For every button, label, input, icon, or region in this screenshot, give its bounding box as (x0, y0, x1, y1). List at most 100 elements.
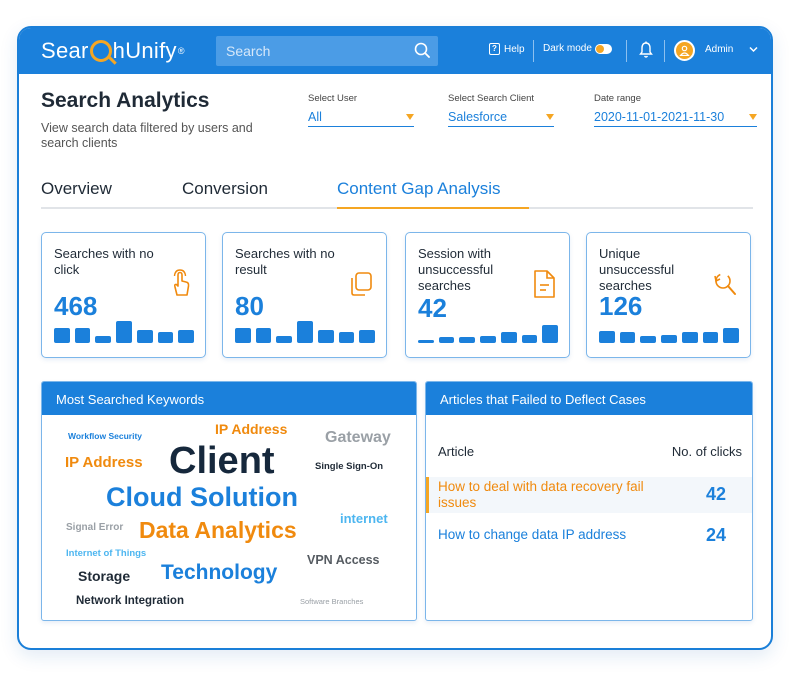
stat-card-no-click[interactable]: Searches with no click 468 (41, 232, 206, 358)
article-clicks: 42 (705, 484, 726, 504)
keyword[interactable]: Network Integration (76, 595, 184, 608)
keyword[interactable]: internet (340, 512, 388, 525)
logo-magnifier-icon (89, 40, 112, 62)
searchunify-logo[interactable]: Sear hUnify ® (41, 38, 185, 64)
card-title: Searches with no click (54, 246, 154, 277)
caret-down-icon (546, 114, 554, 120)
logo-text-start: Sear (41, 38, 89, 63)
select-user-dropdown[interactable]: All (308, 110, 414, 127)
panel-title: Articles that Failed to Deflect Cases (426, 382, 752, 415)
filter-value: 2020-11-01-2021-11-30 (594, 110, 725, 124)
stat-card-unique-unsuccessful[interactable]: Unique unsuccessful searches 126 (586, 232, 751, 358)
keyword[interactable]: Storage (78, 569, 130, 583)
card-value: 42 (418, 293, 447, 323)
keyword[interactable]: Workflow Security (68, 432, 142, 441)
user-name[interactable]: Admin (705, 44, 733, 55)
mini-bar-chart (599, 321, 740, 343)
divider (664, 40, 665, 62)
article-title[interactable]: How to change data IP address (438, 527, 678, 543)
mini-bar-chart (54, 321, 195, 343)
card-title: Searches with no result (235, 246, 335, 277)
search-icon[interactable] (414, 42, 430, 58)
stat-card-no-result[interactable]: Searches with no result 80 (222, 232, 387, 358)
mini-bar (136, 330, 153, 343)
mini-bar (661, 335, 677, 343)
mini-bar (297, 321, 313, 343)
mini-bar (619, 332, 636, 343)
select-user-filter[interactable]: Select User All (308, 93, 414, 127)
keyword[interactable]: Cloud Solution (106, 484, 298, 511)
document-icon (534, 270, 555, 298)
filter-label: Select Search Client (448, 93, 535, 104)
keyword[interactable]: Internet of Things (66, 549, 146, 559)
dark-mode-toggle[interactable]: Dark mode (543, 43, 612, 54)
keyword[interactable]: Single Sign-On (315, 462, 383, 472)
chevron-down-icon[interactable] (749, 46, 758, 53)
row-highlight-marker (426, 477, 429, 513)
card-title: Unique unsuccessful searches (599, 246, 675, 293)
table-row[interactable]: How to deal with data recovery fail issu… (426, 477, 752, 513)
keyword[interactable]: Client (169, 442, 275, 480)
avatar[interactable] (674, 40, 695, 61)
tab-conversion[interactable]: Conversion (182, 179, 268, 199)
mini-bar (438, 337, 455, 343)
mini-bar (359, 330, 376, 343)
keyword[interactable]: Signal Error (66, 523, 123, 533)
keyword[interactable]: Data Analytics (139, 519, 297, 542)
table-header: Article No. of clicks (438, 444, 742, 459)
active-tab-indicator (337, 207, 529, 209)
date-range-dropdown[interactable]: 2020-11-01-2021-11-30 (594, 110, 757, 127)
most-searched-keywords-panel: Most Searched Keywords Workflow Security… (41, 381, 417, 621)
search-client-dropdown[interactable]: Salesforce (448, 110, 554, 127)
mini-bar (95, 336, 112, 343)
mini-bar (723, 328, 740, 343)
keyword[interactable]: Technology (161, 562, 277, 583)
keyword[interactable]: IP Address (215, 422, 287, 436)
keyword[interactable]: IP Address (65, 455, 143, 470)
divider (626, 40, 627, 62)
click-hand-icon (173, 269, 190, 296)
user-icon (679, 45, 690, 56)
help-label: Help (504, 43, 525, 55)
panel-title: Most Searched Keywords (42, 382, 416, 415)
stat-card-unsuccessful-sessions[interactable]: Session with unsuccessful searches 42 (405, 232, 570, 358)
keyword[interactable]: Software Branches (300, 598, 363, 606)
search-box (216, 36, 438, 66)
mini-bar (54, 328, 70, 343)
mini-bar (116, 321, 132, 343)
mini-bar (338, 332, 355, 343)
column-header-clicks: No. of clicks (671, 444, 742, 459)
logo-text-end: hUnify (112, 38, 177, 63)
bell-icon[interactable] (639, 41, 653, 59)
filter-value: Salesforce (448, 110, 508, 124)
mini-bar (317, 330, 334, 343)
mini-bar (178, 330, 195, 343)
article-title[interactable]: How to deal with data recovery fail issu… (438, 479, 678, 511)
tab-overview[interactable]: Overview (41, 179, 112, 199)
mini-bar (276, 336, 293, 343)
date-range-filter[interactable]: Date range 2020-11-01-2021-11-30 (594, 93, 757, 127)
page-title: Search Analytics (41, 89, 210, 112)
toggle-switch[interactable] (594, 43, 612, 54)
filter-value: All (308, 110, 322, 124)
mini-bar (702, 332, 719, 343)
caret-down-icon (406, 114, 414, 120)
filter-label: Select User (308, 93, 358, 104)
keyword[interactable]: Gateway (325, 430, 391, 446)
tab-content-gap-analysis[interactable]: Content Gap Analysis (337, 179, 500, 199)
keyword-cloud: Workflow Security IP Address Gateway IP … (42, 415, 416, 620)
mini-bar (235, 328, 251, 343)
help-link[interactable]: ? Help (489, 43, 525, 55)
keyword[interactable]: VPN Access (307, 554, 380, 567)
logo-registered-mark: ® (177, 46, 185, 56)
table-row[interactable]: How to change data IP address 24 (426, 525, 752, 549)
divider (533, 40, 534, 62)
select-search-client-filter[interactable]: Select Search Client Salesforce (448, 93, 554, 127)
mini-bar-chart (235, 321, 376, 343)
mini-bar (640, 336, 657, 343)
search-input[interactable] (216, 36, 438, 66)
mini-bar (542, 325, 559, 343)
mini-bar (255, 328, 272, 343)
card-title: Session with unsuccessful searches (418, 246, 494, 293)
mini-bar (418, 340, 434, 343)
